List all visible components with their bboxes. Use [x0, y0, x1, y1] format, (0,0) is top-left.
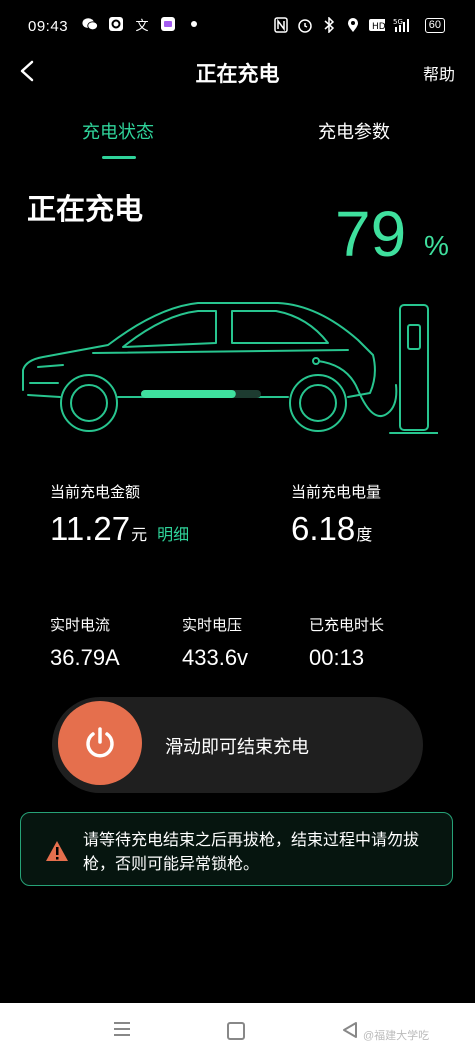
- slider-label: 滑动即可结束充电: [165, 737, 309, 757]
- charging-station: [399, 304, 429, 431]
- energy-value-group: 6.18度: [291, 510, 372, 548]
- watermark: @福建大学吃: [363, 1030, 430, 1042]
- tab-indicator: [102, 156, 136, 159]
- current-value: 36.79A: [50, 645, 120, 670]
- energy-unit: 度: [356, 527, 373, 544]
- amount-unit: 元: [131, 527, 148, 544]
- status-bar: 09:43 文 HD 5G 60: [0, 0, 475, 56]
- power-icon[interactable]: [58, 701, 142, 785]
- energy-label: 当前充电电量: [291, 484, 382, 501]
- status-left-icons: 文: [82, 16, 202, 33]
- warning-banner: 请等待充电结束之后再拔枪，结束过程中请勿拔枪，否则可能异常锁枪。: [20, 812, 453, 886]
- duration-label: 已充电时长: [309, 617, 385, 634]
- hd-icon: HD: [368, 17, 385, 33]
- amount-value-group: 11.27元 明细: [50, 510, 189, 548]
- warning-text: 请等待充电结束之后再拔枪，结束过程中请勿拔枪，否则可能异常锁枪。: [83, 832, 420, 873]
- battery-indicator: 60: [424, 17, 445, 33]
- app-icon: [108, 16, 124, 32]
- current-label: 实时电流: [50, 617, 111, 634]
- bluetooth-icon: [321, 17, 337, 33]
- status-time: 09:43: [28, 18, 69, 35]
- network-label: 5G: [393, 18, 403, 26]
- dot-icon: [186, 16, 202, 32]
- charge-percent: 79: [335, 198, 407, 270]
- tab-charging-params[interactable]: 充电参数: [318, 118, 390, 144]
- app-icon: [160, 16, 176, 32]
- amount-label: 当前充电金额: [50, 484, 141, 501]
- signal-icon: 5G: [393, 17, 417, 33]
- alarm-icon: [297, 17, 313, 33]
- car-rear-wheel: [289, 374, 347, 432]
- translate-icon: 文: [135, 17, 149, 33]
- voltage-label: 实时电压: [182, 617, 243, 634]
- car-charging-illustration: [22, 302, 438, 434]
- system-nav-bar: @福建大学吃: [0, 1003, 475, 1051]
- location-icon: [345, 17, 361, 33]
- menu-icon[interactable]: [113, 1021, 131, 1042]
- energy-value: 6.18: [291, 510, 356, 547]
- duration-value: 00:13: [309, 645, 365, 670]
- charging-status-text: 正在充电: [27, 194, 144, 226]
- amount-value: 11.27: [50, 510, 131, 547]
- car-front-wheel: [60, 374, 118, 432]
- amount-detail-link[interactable]: 明细: [157, 527, 189, 544]
- nfc-icon: [273, 17, 289, 33]
- help-button[interactable]: 帮助: [423, 61, 455, 85]
- tab-charging-status[interactable]: 充电状态: [82, 118, 154, 144]
- home-icon[interactable]: [227, 1022, 245, 1040]
- warning-icon: [45, 840, 69, 867]
- charge-percent-sign: %: [424, 230, 449, 261]
- nav-back-icon[interactable]: [342, 1021, 358, 1044]
- svg-text:HD: HD: [372, 22, 385, 32]
- app-header: 正在充电 帮助: [0, 52, 475, 92]
- status-right-icons: HD 5G 60: [273, 17, 445, 33]
- charge-progress-fill: [141, 390, 236, 398]
- page-title: 正在充电: [195, 63, 280, 86]
- voltage-value: 433.6v: [182, 645, 249, 670]
- wechat-icon: [82, 16, 98, 32]
- tab-bar: 充电状态 充电参数: [0, 118, 475, 168]
